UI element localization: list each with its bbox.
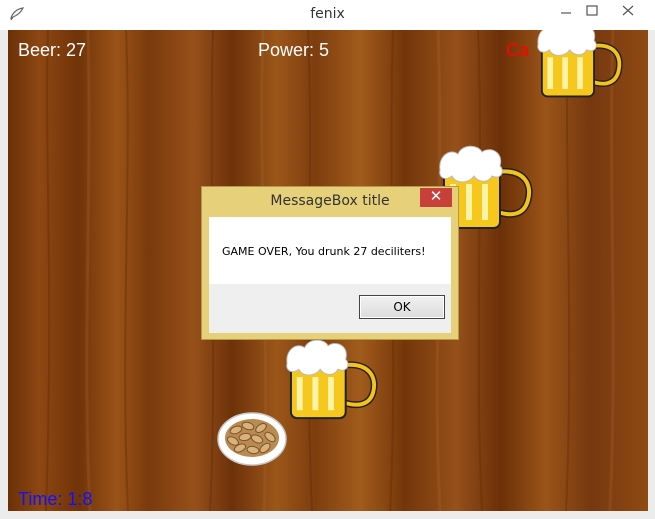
time-counter: Time: 1:8 [18,489,93,509]
window-titlebar: fenix [0,0,655,30]
messagebox-close-button[interactable]: ✕ [420,188,452,207]
calories-counter: Ca [506,40,530,60]
messagebox-body: GAME OVER, You drunk 27 deciliters! [209,217,451,284]
beer-mug[interactable] [534,30,628,102]
peanut-bowl[interactable] [216,410,288,468]
close-icon[interactable] [606,2,650,20]
window-frame-bottom [0,511,655,519]
game-over-messagebox: MessageBox title ✕ GAME OVER, You drunk … [201,186,459,340]
beer-counter: Beer: 27 [18,40,87,60]
ok-button[interactable]: OK [359,295,445,319]
power-counter: Power: 5 [258,40,330,60]
minimize-icon[interactable] [553,2,579,20]
maximize-icon[interactable] [579,2,605,20]
messagebox-footer: OK [209,284,451,333]
beer-mug[interactable] [284,336,380,422]
window-frame-left [0,30,8,519]
messagebox-text: GAME OVER, You drunk 27 deciliters! [222,245,426,258]
window-frame-right [648,30,655,519]
